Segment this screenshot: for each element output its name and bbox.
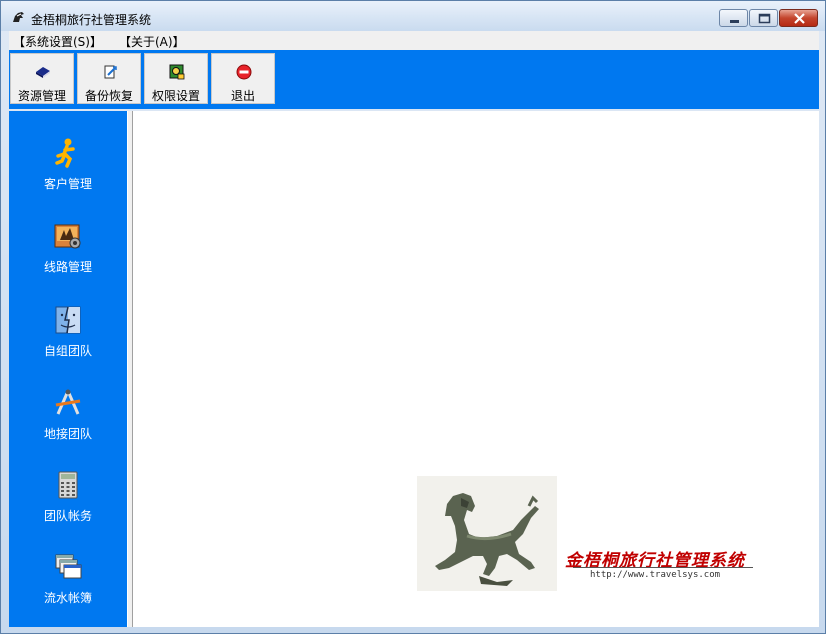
maximize-button[interactable] [749,9,778,27]
title-bar[interactable]: 金梧桐旅行社管理系统 [1,1,825,31]
compass-icon [55,389,81,415]
toolbar-label: 退出 [230,89,255,103]
sidebar-item-label: 地接团队 [43,427,92,441]
minimize-icon [730,20,739,23]
exit-icon [236,64,252,80]
travel-photo-icon [54,224,81,249]
sidebar-item-group-accounts[interactable]: 团队帐务 [9,469,127,549]
window-title: 金梧桐旅行社管理系统 [31,13,152,27]
book-icon [36,67,50,78]
logo-url: http://www.travelsys.com [590,570,721,580]
app-logo-icon [13,12,24,22]
menu-bar: 【系统设置(S)】 【关于(A)】 [9,31,819,50]
backup-icon [104,65,117,79]
app-window: 金梧桐旅行社管理系统 【系统设置(S)】 【关于(A)】 资源管理 备份恢复 权… [0,0,826,634]
sidebar-item-routes[interactable]: 线路管理 [9,220,127,300]
menu-about[interactable]: 【关于(A)】 [119,33,185,50]
sidebar-item-own-groups[interactable]: 自组团队 [9,304,127,384]
sidebar-item-customers[interactable]: 客户管理 [9,137,127,217]
backup-restore-button[interactable]: 备份恢复 [77,53,141,104]
sidebar-item-label: 自组团队 [43,344,92,358]
menu-system-settings[interactable]: 【系统设置(S)】 [13,33,102,50]
sidebar: 客户管理 线路管理 自组团队 地接团队 团队帐务 流水帐簿 [9,111,127,627]
maximize-icon [758,13,771,24]
main-content-area: 金梧桐旅行社管理系统 http://www.travelsys.com [133,111,819,627]
permission-settings-button[interactable]: 权限设置 [144,53,208,104]
toolbar: 资源管理 备份恢复 权限设置 退出 [9,50,819,109]
permission-icon [169,64,185,80]
running-person-icon [55,138,75,168]
minimize-button[interactable] [719,9,748,27]
calculator-icon [58,471,78,499]
sidebar-item-label: 团队帐务 [43,509,92,523]
logo-divider [573,567,753,568]
toolbar-label: 资源管理 [17,89,66,103]
bronze-horse-image [417,476,557,591]
close-icon [794,13,805,24]
exit-button[interactable]: 退出 [211,53,275,104]
sidebar-item-local-groups[interactable]: 地接团队 [9,387,127,467]
sidebar-item-label: 流水帐簿 [43,591,92,605]
close-button[interactable] [779,9,818,27]
windows-icon [55,554,82,579]
sidebar-item-label: 客户管理 [43,177,92,191]
toolbar-label: 权限设置 [151,89,200,103]
resource-management-button[interactable]: 资源管理 [10,53,74,104]
sidebar-item-label: 线路管理 [43,260,92,274]
company-logo: 金梧桐旅行社管理系统 http://www.travelsys.com [417,476,767,591]
finder-icon [55,306,81,334]
sidebar-item-ledger[interactable]: 流水帐簿 [9,551,127,631]
toolbar-label: 备份恢复 [84,89,133,103]
